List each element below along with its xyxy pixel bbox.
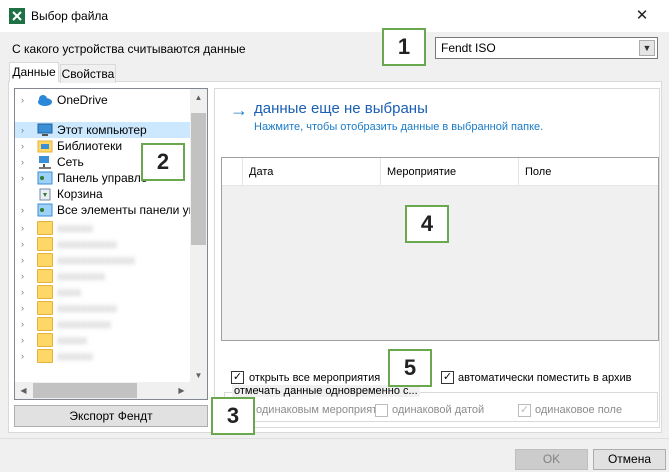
tree-item-onedrive[interactable]: › OneDrive	[15, 92, 195, 108]
tree-item-label: Этот компьютер	[57, 123, 147, 137]
folder-icon	[37, 333, 53, 347]
chevron-right-icon[interactable]: ›	[21, 348, 24, 364]
callout-1: 1	[382, 28, 426, 66]
chevron-right-icon[interactable]: ›	[21, 220, 24, 236]
file-select-dialog: Выбор файла ✕ С какого устройства считыв…	[0, 0, 669, 472]
title-bar: Выбор файла ✕	[0, 0, 669, 32]
folder-icon	[37, 301, 53, 315]
cloud-icon	[38, 95, 52, 106]
tree-item-label: Библиотеки	[57, 139, 123, 153]
tree-item-folder[interactable]: › xxxxxxxxxx	[15, 300, 195, 316]
folder-icon	[37, 349, 53, 363]
tree-vertical-scrollbar[interactable]: ▲ ▼	[190, 89, 207, 384]
folder-icon	[37, 221, 53, 235]
tree-item-folder[interactable]: › xxxxxxxxx	[15, 316, 195, 332]
no-data-hint[interactable]: Нажмите, чтобы отобразить данные в выбра…	[254, 121, 543, 133]
tree-item-label: Все элементы панели упра	[57, 203, 208, 217]
scroll-right-icon[interactable]: ▶	[173, 382, 190, 399]
tree-item-folder[interactable]: › xxxx	[15, 284, 195, 300]
device-select-value: Fendt ISO	[441, 41, 496, 55]
folder-icon	[37, 269, 53, 283]
device-select[interactable]: Fendt ISO ▼	[435, 37, 658, 59]
folder-icon	[37, 285, 53, 299]
control-panel-icon	[37, 171, 53, 185]
tree-item-label: Панель управле	[57, 171, 148, 185]
chevron-right-icon[interactable]: ›	[21, 154, 24, 170]
same-event-label: одинаковым мероприят	[256, 404, 378, 416]
export-fendt-button[interactable]: Экспорт Фендт	[14, 405, 208, 427]
scroll-thumb[interactable]	[33, 383, 137, 398]
chevron-right-icon[interactable]: ›	[21, 122, 24, 138]
control-panel-icon	[37, 203, 53, 217]
ok-button[interactable]: OK	[515, 449, 588, 470]
tree-item-folder[interactable]: › xxxxxxxxxx	[15, 236, 195, 252]
computer-icon	[37, 123, 53, 136]
tree-item-this-pc[interactable]: › Этот компьютер	[15, 122, 195, 138]
excel-icon	[9, 8, 25, 24]
callout-2: 2	[141, 143, 185, 181]
column-header-field[interactable]: Поле	[518, 158, 658, 186]
chevron-right-icon[interactable]: ›	[21, 252, 24, 268]
open-all-checkbox[interactable]: ✓	[231, 371, 244, 384]
tree-item-folder[interactable]: › xxxxxxxxxxxxx	[15, 252, 195, 268]
grid-row-selector-header	[222, 158, 242, 186]
scroll-up-icon[interactable]: ▲	[190, 89, 207, 106]
same-field-label: одинаковое поле	[535, 404, 623, 416]
tree-horizontal-scrollbar[interactable]: ◀ ▶	[15, 382, 207, 399]
grid-header: Дата Мероприятие Поле	[222, 158, 658, 186]
open-all-label: открыть все мероприятия	[249, 372, 381, 384]
footer-divider	[0, 438, 669, 439]
chevron-right-icon[interactable]: ›	[21, 202, 24, 218]
chevron-right-icon[interactable]: ›	[21, 138, 24, 154]
recycle-bin-icon	[39, 188, 51, 201]
chevron-right-icon[interactable]: ›	[21, 316, 24, 332]
folder-icon	[37, 317, 53, 331]
tree-item-label: OneDrive	[57, 93, 108, 107]
scroll-left-icon[interactable]: ◀	[15, 382, 32, 399]
device-label: С какого устройства считываются данные	[12, 42, 246, 56]
close-button[interactable]: ✕	[619, 0, 665, 32]
auto-archive-label: автоматически поместить в архив	[458, 372, 632, 384]
chevron-right-icon[interactable]: ›	[21, 268, 24, 284]
tab-properties[interactable]: Свойства	[60, 64, 116, 83]
tree-item-folder[interactable]: › xxxxxx	[15, 348, 195, 364]
folder-tree[interactable]: › OneDrive › Этот компьютер › Библиотеки…	[14, 88, 208, 400]
chevron-right-icon[interactable]: ›	[21, 284, 24, 300]
same-date-checkbox[interactable]	[375, 404, 388, 417]
scroll-thumb[interactable]	[191, 113, 206, 245]
chevron-right-icon[interactable]: ›	[21, 236, 24, 252]
no-data-title[interactable]: данные еще не выбраны	[254, 100, 428, 117]
tree-item-folder[interactable]: › xxxxxx	[15, 220, 195, 236]
same-field-checkbox[interactable]: ✓	[518, 404, 531, 417]
chevron-right-icon[interactable]: ›	[21, 300, 24, 316]
column-header-date[interactable]: Дата	[242, 158, 380, 186]
tree-item-recycle-bin[interactable]: Корзина	[15, 186, 195, 202]
network-icon	[39, 156, 51, 169]
folder-icon	[37, 237, 53, 251]
same-date-label: одинаковой датой	[392, 404, 485, 416]
events-grid[interactable]: Дата Мероприятие Поле	[221, 157, 659, 341]
chevron-down-icon[interactable]: ▼	[639, 40, 655, 56]
chevron-right-icon[interactable]: ›	[21, 92, 24, 108]
chevron-right-icon[interactable]: ›	[21, 332, 24, 348]
callout-4: 4	[405, 205, 449, 243]
library-icon	[37, 140, 53, 153]
callout-3: 3	[211, 397, 255, 435]
folder-icon	[37, 253, 53, 267]
auto-archive-checkbox[interactable]: ✓	[441, 371, 454, 384]
tree-item-label: Сеть	[57, 155, 84, 169]
tree-item-all-control-panel[interactable]: › Все элементы панели упра	[15, 202, 207, 218]
tab-data[interactable]: Данные	[9, 62, 59, 82]
tree-item-folder[interactable]: › xxxxx	[15, 332, 195, 348]
cancel-button[interactable]: Отмена	[593, 449, 666, 470]
window-title: Выбор файла	[31, 9, 109, 23]
chevron-right-icon[interactable]: ›	[21, 170, 24, 186]
tree-item-label: Корзина	[57, 187, 103, 201]
arrow-right-icon[interactable]: →	[230, 100, 248, 121]
column-header-event[interactable]: Мероприятие	[380, 158, 518, 186]
callout-5: 5	[388, 349, 432, 387]
tree-item-folder[interactable]: › xxxxxxxx	[15, 268, 195, 284]
